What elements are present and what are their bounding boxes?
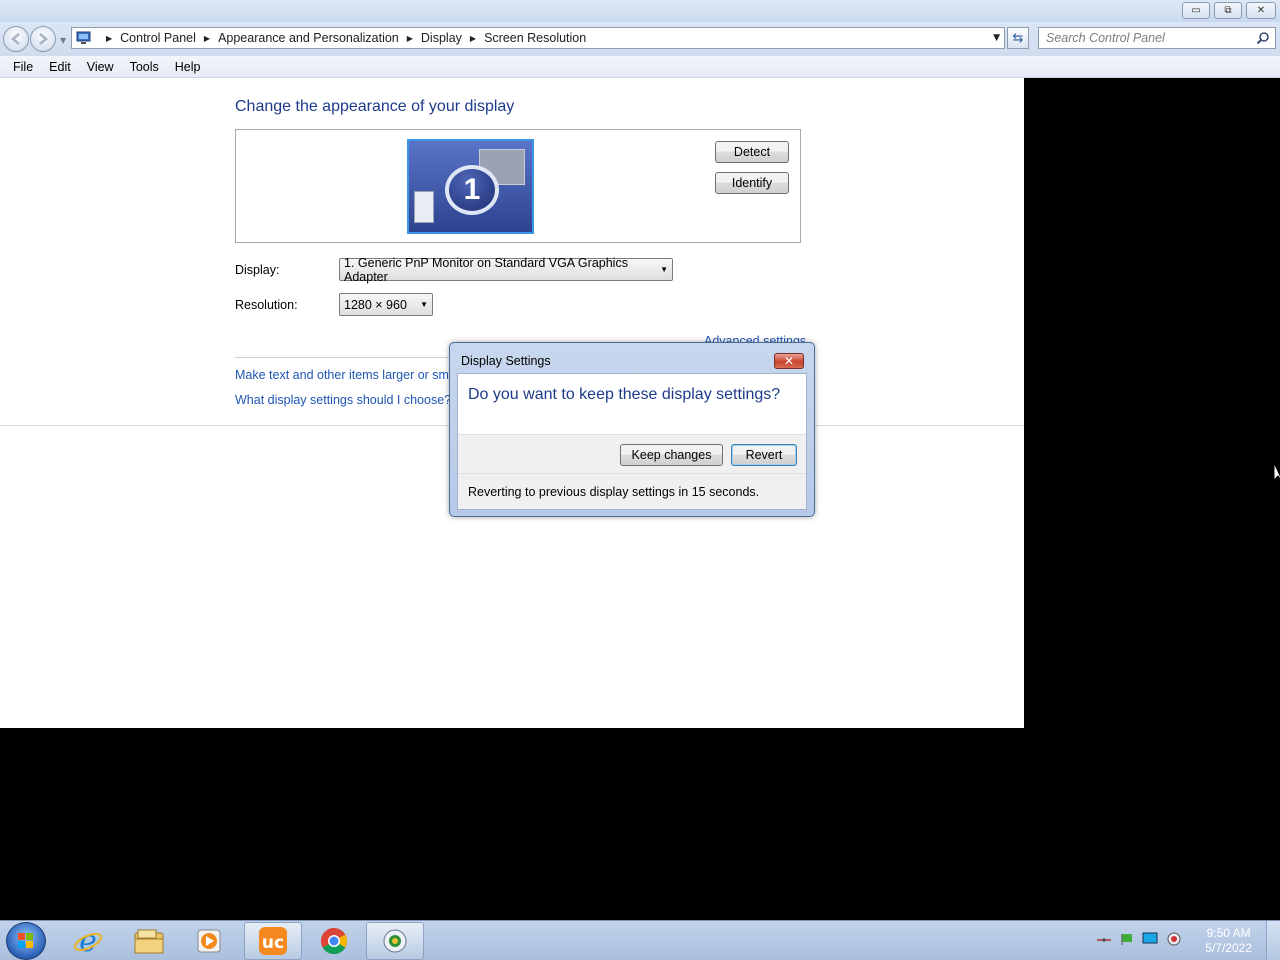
search-placeholder: Search Control Panel <box>1046 31 1165 45</box>
menu-tools[interactable]: Tools <box>127 60 162 74</box>
restore-button[interactable]: ⧉ <box>1214 2 1242 19</box>
monitor-preview-area: 1 Detect Identify <box>235 129 801 243</box>
recent-pages-dropdown[interactable]: ▼ <box>60 36 66 45</box>
close-icon: ✕ <box>1256 4 1266 16</box>
menu-file[interactable]: File <box>10 60 36 74</box>
navigation-bar: ▼ ▶ Control Panel ▶ Appearance and Perso… <box>0 22 1280 56</box>
breadcrumb-control-panel[interactable]: Control Panel <box>120 31 196 45</box>
chrome-icon <box>320 927 348 955</box>
address-dropdown-icon[interactable]: ▼ <box>993 33 1000 43</box>
action-center-flag-icon[interactable] <box>1120 932 1134 946</box>
clock-date: 5/7/2022 <box>1205 941 1252 955</box>
taskbar-chrome[interactable] <box>305 922 363 960</box>
keep-changes-button[interactable]: Keep changes <box>620 444 723 466</box>
resolution-label: Resolution: <box>235 298 298 312</box>
text-size-link[interactable]: Make text and other items larger or smal… <box>235 368 473 382</box>
refresh-icon: ⇆ <box>1012 30 1024 46</box>
menu-edit[interactable]: Edit <box>46 60 74 74</box>
svg-text:uc: uc <box>262 933 284 953</box>
taskbar-internet-explorer[interactable]: e <box>59 922 117 960</box>
resolution-select-value: 1280 × 960 <box>344 297 407 312</box>
identify-button[interactable]: Identify <box>715 172 789 194</box>
taskbar: e uc 9:50 AM 5/7/2022 <box>0 920 1280 960</box>
dialog-body: Do you want to keep these display settin… <box>457 373 807 510</box>
minimize-icon: ▭ <box>1191 4 1201 16</box>
clock[interactable]: 9:50 AM 5/7/2022 <box>1205 926 1252 956</box>
forward-arrow-icon <box>39 33 48 45</box>
monitor-window-decoration <box>414 191 434 223</box>
dialog-status-area: Reverting to previous display settings i… <box>458 473 806 509</box>
network-icon[interactable] <box>1096 933 1112 945</box>
menu-help[interactable]: Help <box>172 60 204 74</box>
taskbar-control-panel[interactable] <box>366 922 424 960</box>
revert-button[interactable]: Revert <box>731 444 797 466</box>
menu-view[interactable]: View <box>84 60 117 74</box>
control-panel-icon <box>76 31 91 44</box>
close-icon: ✕ <box>783 354 795 368</box>
svg-text:e: e <box>79 925 97 957</box>
search-input[interactable]: Search Control Panel <box>1038 27 1276 49</box>
back-arrow-icon <box>11 33 20 45</box>
menu-bar: File Edit View Tools Help <box>0 56 1280 78</box>
breadcrumb-arrow-icon[interactable]: ▶ <box>470 34 476 43</box>
close-window-button[interactable]: ✕ <box>1246 2 1276 19</box>
chevron-down-icon: ▼ <box>420 300 428 309</box>
monitor-number: 1 <box>445 165 499 215</box>
chevron-down-icon: ▼ <box>660 265 668 274</box>
start-button[interactable] <box>6 922 46 960</box>
refresh-button[interactable]: ⇆ <box>1007 27 1029 49</box>
window-title-bar: ▭ ⧉ ✕ <box>0 0 1280 22</box>
dialog-button-row: Keep changes Revert <box>458 434 806 473</box>
address-bar[interactable]: ▶ Control Panel ▶ Appearance and Persona… <box>71 27 1005 49</box>
windows-logo-icon <box>18 933 33 948</box>
minimize-button[interactable]: ▭ <box>1182 2 1210 19</box>
breadcrumb-arrow-icon[interactable]: ▶ <box>106 34 112 43</box>
taskbar-windows-explorer[interactable] <box>120 922 178 960</box>
breadcrumb-appearance[interactable]: Appearance and Personalization <box>218 31 399 45</box>
volume-icon[interactable] <box>1166 931 1182 947</box>
dialog-close-button[interactable]: ✕ <box>774 353 804 369</box>
show-desktop-button[interactable] <box>1266 921 1280 960</box>
system-tray <box>1096 931 1182 947</box>
restore-icon: ⧉ <box>1224 4 1232 16</box>
breadcrumb-screen-resolution[interactable]: Screen Resolution <box>484 31 586 45</box>
detect-button[interactable]: Detect <box>715 141 789 163</box>
taskbar-media-player[interactable] <box>180 922 238 960</box>
page-title: Change the appearance of your display <box>235 98 515 115</box>
folder-icon <box>134 929 164 954</box>
display-settings-dialog: Display Settings ✕ Do you want to keep t… <box>449 342 815 517</box>
display-monitor-icon[interactable] <box>1142 932 1158 946</box>
internet-explorer-icon: e <box>74 925 102 957</box>
dialog-question: Do you want to keep these display settin… <box>468 386 781 403</box>
taskbar-uc-browser[interactable]: uc <box>244 922 302 960</box>
search-icon[interactable] <box>1256 31 1270 45</box>
forward-button[interactable] <box>30 26 56 52</box>
display-select-value: 1. Generic PnP Monitor on Standard VGA G… <box>344 255 628 284</box>
mouse-cursor-icon <box>1274 464 1280 481</box>
breadcrumb-display[interactable]: Display <box>421 31 462 45</box>
resolution-select[interactable]: 1280 × 960 ▼ <box>339 293 433 316</box>
back-button[interactable] <box>3 26 29 52</box>
clock-time: 9:50 AM <box>1206 926 1251 940</box>
dialog-title: Display Settings <box>461 354 551 368</box>
media-player-icon <box>197 929 221 953</box>
control-panel-icon <box>383 929 407 953</box>
uc-browser-icon: uc <box>259 927 287 955</box>
display-select[interactable]: 1. Generic PnP Monitor on Standard VGA G… <box>339 255 673 284</box>
display-label: Display: <box>235 263 280 277</box>
breadcrumb-arrow-icon[interactable]: ▶ <box>407 34 413 43</box>
monitor-1-thumbnail[interactable]: 1 <box>407 139 534 234</box>
revert-countdown-text: Reverting to previous display settings i… <box>468 485 760 499</box>
display-help-link[interactable]: What display settings should I choose? <box>235 393 451 407</box>
breadcrumb-arrow-icon[interactable]: ▶ <box>204 34 210 43</box>
